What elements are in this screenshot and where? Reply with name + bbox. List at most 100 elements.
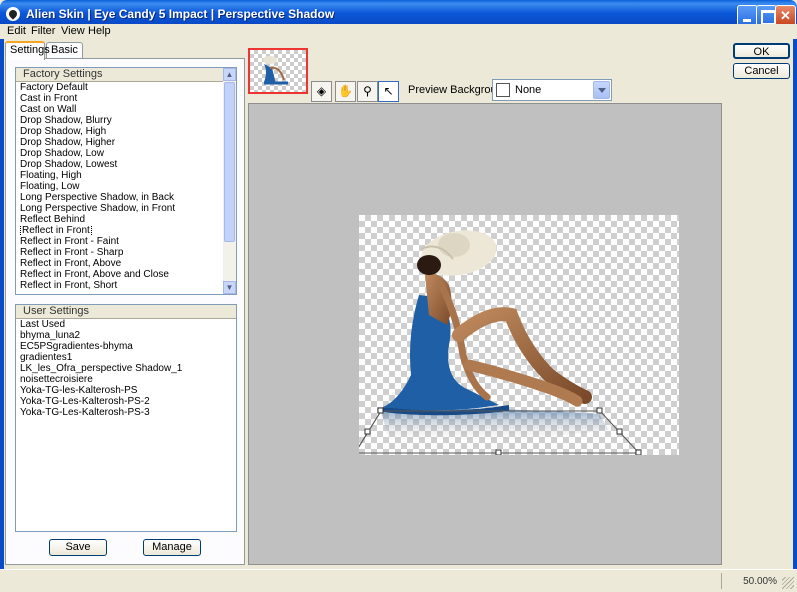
transparent-image-area[interactable] bbox=[352, 215, 679, 456]
pointer-tool-button[interactable]: ↖ bbox=[378, 81, 399, 102]
user-settings-list[interactable]: User Settings Last Used bhyma_luna2 EC5PSg… bbox=[15, 304, 237, 532]
cancel-button[interactable]: Cancel bbox=[733, 63, 790, 79]
close-button[interactable]: ✕ bbox=[775, 5, 796, 26]
factory-setting-item-label: Drop Shadow, Lowest bbox=[20, 159, 118, 170]
factory-setting-item[interactable]: Floating, Low bbox=[16, 181, 236, 192]
ok-button[interactable]: OK bbox=[733, 43, 790, 59]
window-frame-left bbox=[0, 29, 4, 592]
user-setting-item-label: Yoka-TG-Les-Kalterosh-PS-3 bbox=[20, 407, 150, 418]
factory-settings-list[interactable]: Factory Settings Factory Default Cast in … bbox=[15, 67, 237, 295]
minimize-button[interactable] bbox=[737, 5, 758, 26]
menu-filter[interactable]: Filter bbox=[31, 25, 55, 37]
user-setting-item-label: LK_les_Ofra_perspective Shadow_1 bbox=[20, 363, 183, 374]
manage-button[interactable]: Manage bbox=[143, 539, 201, 556]
preview-canvas[interactable] bbox=[248, 103, 722, 565]
user-setting-item[interactable]: LK_les_Ofra_perspective Shadow_1 bbox=[16, 363, 236, 374]
user-setting-item[interactable]: gradientes1 bbox=[16, 352, 236, 363]
factory-setting-item[interactable]: Long Perspective Shadow, in Front bbox=[16, 203, 236, 214]
factory-setting-item-label: Long Perspective Shadow, in Back bbox=[20, 192, 174, 203]
arrow-pointer-icon: ↖ bbox=[383, 84, 394, 98]
user-setting-item[interactable]: bhyma_luna2 bbox=[16, 330, 236, 341]
factory-setting-item[interactable]: Reflect in Front - Faint bbox=[16, 236, 236, 247]
preview-background-value: None bbox=[515, 84, 542, 96]
menu-view[interactable]: View bbox=[61, 25, 85, 37]
factory-setting-item-label: Floating, Low bbox=[20, 181, 80, 192]
factory-setting-item[interactable]: Reflect in Front, Above and Close bbox=[16, 269, 236, 280]
dropdown-arrow-button[interactable] bbox=[593, 81, 610, 99]
magnifier-icon: ⚲ bbox=[363, 84, 372, 98]
factory-setting-item-label: Factory Default bbox=[20, 82, 88, 93]
factory-setting-item[interactable]: Long Perspective Shadow, in Back bbox=[16, 192, 236, 203]
factory-setting-item-label: Drop Shadow, Higher bbox=[20, 137, 116, 148]
user-setting-item[interactable]: Last Used bbox=[16, 319, 236, 330]
factory-setting-item-label: Reflect in Front, Above and Close bbox=[20, 269, 169, 280]
scroll-down-button[interactable]: ▼ bbox=[223, 281, 236, 294]
factory-setting-item-label: Cast in Front bbox=[20, 93, 78, 104]
preview-background-select[interactable]: None bbox=[492, 79, 612, 101]
factory-setting-item[interactable]: Cast on Wall bbox=[16, 104, 236, 115]
factory-setting-item[interactable]: Floating, High bbox=[16, 170, 236, 181]
factory-setting-item[interactable]: Reflect Behind bbox=[16, 214, 236, 225]
alien-skin-app-icon[interactable] bbox=[6, 7, 20, 21]
maximize-button[interactable] bbox=[756, 5, 777, 26]
user-setting-item-label: bhyma_luna2 bbox=[20, 330, 81, 341]
window-frame-right bbox=[793, 29, 797, 592]
user-setting-item-label: Yoka-TG-les-Kalterosh-PS bbox=[20, 385, 138, 396]
factory-settings-header: Factory Settings bbox=[16, 68, 236, 82]
user-setting-item[interactable]: noisettecroisiere bbox=[16, 374, 236, 385]
menu-bar: Edit Filter View Help bbox=[0, 24, 797, 39]
user-setting-item-label: EC5PSgradientes-bhyma bbox=[20, 341, 133, 352]
factory-setting-item[interactable]: Drop Shadow, Lowest bbox=[16, 159, 236, 170]
user-setting-item[interactable]: EC5PSgradientes-bhyma bbox=[16, 341, 236, 352]
factory-setting-item-label: Drop Shadow, High bbox=[20, 126, 107, 137]
factory-setting-item[interactable]: Reflect in Front, Short bbox=[16, 280, 236, 291]
zoom-level: 50.00% bbox=[743, 576, 777, 587]
factory-setting-item[interactable]: Reflect in Front, Above bbox=[16, 258, 236, 269]
background-swatch-icon bbox=[496, 83, 510, 97]
user-setting-item-label: Last Used bbox=[20, 319, 66, 330]
factory-setting-item-label: Long Perspective Shadow, in Front bbox=[20, 203, 176, 214]
chevron-up-icon: ▲ bbox=[225, 70, 234, 79]
window-title: Alien Skin | Eye Candy 5 Impact | Perspe… bbox=[26, 7, 335, 21]
factory-setting-item[interactable]: Reflect in Front bbox=[16, 225, 236, 236]
navigator-thumbnail[interactable] bbox=[248, 48, 308, 94]
color-swatch-tool-icon: ◈ bbox=[316, 84, 327, 98]
menu-help[interactable]: Help bbox=[88, 25, 111, 37]
user-setting-item-label: gradientes1 bbox=[20, 352, 73, 363]
factory-setting-item-label: Reflect Behind bbox=[20, 214, 86, 225]
factory-setting-item[interactable]: Drop Shadow, High bbox=[16, 126, 236, 137]
factory-setting-item[interactable]: Factory Default bbox=[16, 82, 236, 93]
factory-setting-item-label: Cast on Wall bbox=[20, 104, 77, 115]
woman-with-hat-image bbox=[352, 230, 642, 456]
settings-panel: Factory Settings Factory Default Cast in … bbox=[5, 58, 245, 565]
user-setting-item[interactable]: Yoka-TG-Les-Kalterosh-PS-2 bbox=[16, 396, 236, 407]
factory-setting-item[interactable]: Cast in Front bbox=[16, 93, 236, 104]
factory-setting-item-label: Floating, High bbox=[20, 170, 82, 181]
factory-setting-item[interactable]: Drop Shadow, Higher bbox=[16, 137, 236, 148]
user-setting-item[interactable]: Yoka-TG-les-Kalterosh-PS bbox=[16, 385, 236, 396]
close-icon: ✕ bbox=[780, 8, 791, 23]
save-button[interactable]: Save bbox=[49, 539, 107, 556]
user-setting-item-label: noisettecroisiere bbox=[20, 374, 93, 385]
tab-basic[interactable]: Basic bbox=[46, 42, 83, 59]
hand-tool-button[interactable]: ✋ bbox=[335, 81, 356, 102]
factory-setting-item[interactable]: Drop Shadow, Blurry bbox=[16, 115, 236, 126]
factory-setting-item-label: Reflect in Front bbox=[20, 225, 92, 236]
zoom-tool-button[interactable]: ⚲ bbox=[357, 81, 378, 102]
menu-edit[interactable]: Edit bbox=[7, 25, 26, 37]
factory-settings-scrollbar[interactable]: ▲ ▼ bbox=[223, 68, 236, 294]
scroll-up-button[interactable]: ▲ bbox=[223, 68, 236, 81]
factory-setting-item[interactable]: Drop Shadow, Low bbox=[16, 148, 236, 159]
status-separator bbox=[721, 573, 722, 589]
factory-setting-item[interactable]: Reflect in Front - Sharp bbox=[16, 247, 236, 258]
scroll-thumb[interactable] bbox=[224, 82, 235, 242]
factory-setting-item-label: Drop Shadow, Blurry bbox=[20, 115, 112, 126]
resize-grip-icon[interactable] bbox=[782, 577, 794, 589]
user-setting-item[interactable]: Yoka-TG-Les-Kalterosh-PS-3 bbox=[16, 407, 236, 418]
factory-setting-item-label: Reflect in Front, Above bbox=[20, 258, 122, 269]
factory-setting-item-label: Reflect in Front, Short bbox=[20, 280, 118, 291]
navigator-tool-button[interactable]: ◈ bbox=[311, 81, 332, 102]
tab-settings[interactable]: Settings bbox=[5, 41, 50, 60]
hand-icon: ✋ bbox=[338, 84, 353, 98]
factory-setting-item-label: Drop Shadow, Low bbox=[20, 148, 104, 159]
